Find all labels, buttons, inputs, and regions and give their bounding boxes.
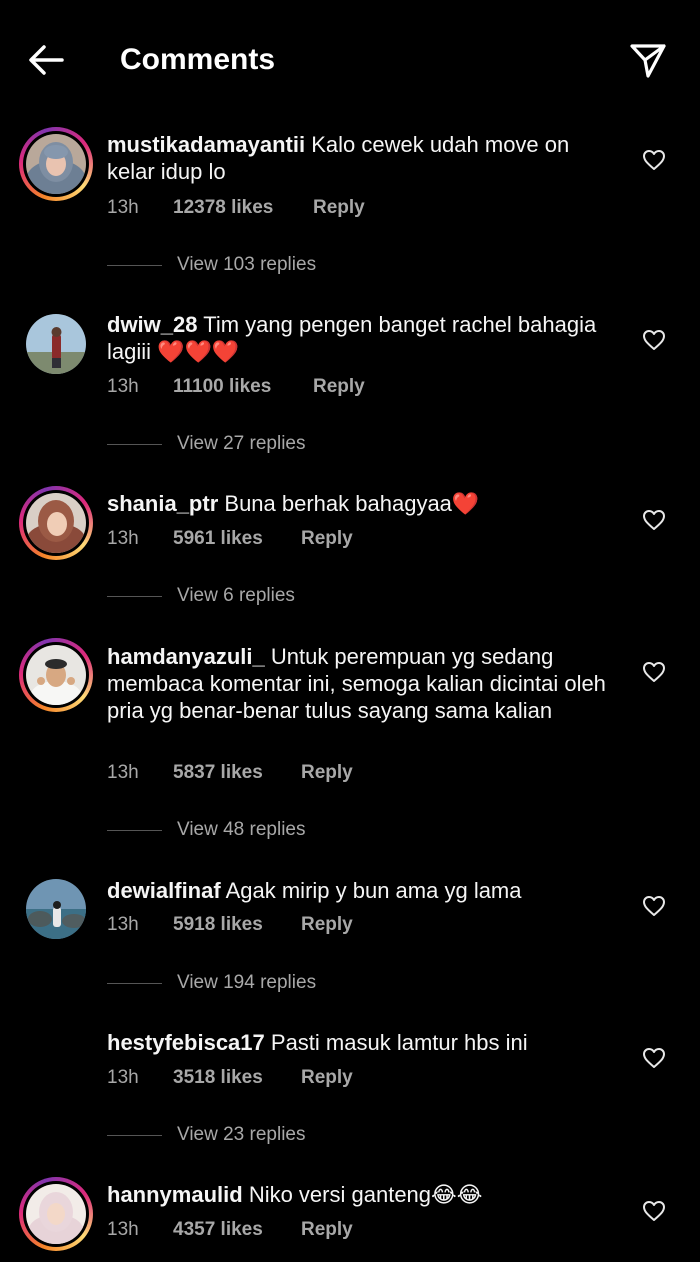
like-button[interactable]: [642, 149, 666, 171]
heart-outline-icon: [643, 150, 665, 170]
view-replies-label: View 194 replies: [177, 972, 317, 993]
comment-text: Pasti masuk lamtur hbs ini: [270, 1030, 528, 1055]
replies-divider: [107, 596, 162, 597]
comment-likes[interactable]: 4357 likes: [173, 1217, 263, 1243]
heart-outline-icon: [643, 896, 665, 916]
heart-outline-icon: [643, 1201, 665, 1221]
reply-button[interactable]: Reply: [301, 1065, 353, 1091]
comment-time: 13h: [107, 197, 139, 218]
heart-outline-icon: [643, 510, 665, 530]
comment-text: Buna berhak bahagyaa❤️: [224, 491, 480, 516]
reply-button[interactable]: Reply: [301, 760, 353, 786]
reply-button[interactable]: Reply: [301, 912, 353, 938]
comment-likes[interactable]: 11100 likes: [173, 374, 271, 400]
avatar[interactable]: [19, 872, 93, 946]
like-button[interactable]: [642, 1047, 666, 1069]
replies-divider: [107, 1135, 162, 1136]
avatar[interactable]: [19, 486, 93, 560]
avatar[interactable]: [19, 638, 93, 712]
avatar-image: [26, 879, 86, 939]
comment-text: Agak mirip y bun ama yg lama: [225, 878, 522, 903]
comment-time: 13h: [107, 1067, 139, 1088]
like-button[interactable]: [642, 1200, 666, 1222]
comment-time: 13h: [107, 762, 139, 783]
comment-username[interactable]: hamdanyazuli_: [107, 644, 265, 669]
comment-username[interactable]: mustikadamayantii: [107, 132, 305, 157]
comment-username[interactable]: dwiw_28: [107, 312, 197, 337]
share-button[interactable]: [626, 40, 670, 82]
comment-likes[interactable]: 5918 likes: [173, 912, 263, 938]
page-title: Comments: [120, 43, 276, 76]
avatar-image: [26, 1184, 86, 1244]
send-icon: [630, 44, 666, 78]
view-replies-label: View 23 replies: [177, 1124, 306, 1145]
header-bar: Comments: [0, 0, 700, 120]
heart-outline-icon: [643, 662, 665, 682]
like-button[interactable]: [642, 661, 666, 683]
replies-divider: [107, 983, 162, 984]
avatar-image: [26, 314, 86, 374]
avatar-image: [26, 134, 86, 194]
comment-time: 13h: [107, 914, 139, 935]
comment-username[interactable]: dewialfinaf: [107, 878, 221, 903]
replies-divider: [107, 830, 162, 831]
heart-outline-icon: [643, 330, 665, 350]
reply-button[interactable]: Reply: [301, 1217, 353, 1243]
comment-likes[interactable]: 5961 likes: [173, 526, 263, 552]
comment-username[interactable]: shania_ptr: [107, 491, 218, 516]
replies-divider: [107, 444, 162, 445]
reply-button[interactable]: Reply: [301, 526, 353, 552]
comment-text: Niko versi ganteng😂😂: [248, 1182, 483, 1207]
comment-username[interactable]: hannymaulid: [107, 1182, 243, 1207]
view-replies-label: View 27 replies: [177, 433, 306, 454]
like-button[interactable]: [642, 509, 666, 531]
heart-outline-icon: [643, 1048, 665, 1068]
view-replies-label: View 48 replies: [177, 819, 306, 840]
back-arrow-icon: [29, 45, 64, 75]
view-replies-label: View 103 replies: [177, 254, 317, 275]
back-button[interactable]: [22, 38, 70, 82]
avatar[interactable]: [19, 1177, 93, 1251]
like-button[interactable]: [642, 329, 666, 351]
comment-likes[interactable]: 12378 likes: [173, 195, 273, 221]
avatar-image: [26, 493, 86, 553]
reply-button[interactable]: Reply: [313, 374, 365, 400]
avatar[interactable]: [19, 127, 93, 201]
avatar[interactable]: [19, 307, 93, 381]
comment-time: 13h: [107, 376, 139, 397]
like-button[interactable]: [642, 895, 666, 917]
reply-button[interactable]: Reply: [313, 195, 365, 221]
comment-likes[interactable]: 3518 likes: [173, 1065, 263, 1091]
comment-username[interactable]: hestyfebisca17: [107, 1030, 265, 1055]
comment-likes[interactable]: 5837 likes: [173, 760, 263, 786]
comment-time: 13h: [107, 1219, 139, 1240]
avatar-image: [26, 645, 86, 705]
view-replies-label: View 6 replies: [177, 585, 295, 606]
comment-time: 13h: [107, 528, 139, 549]
replies-divider: [107, 265, 162, 266]
